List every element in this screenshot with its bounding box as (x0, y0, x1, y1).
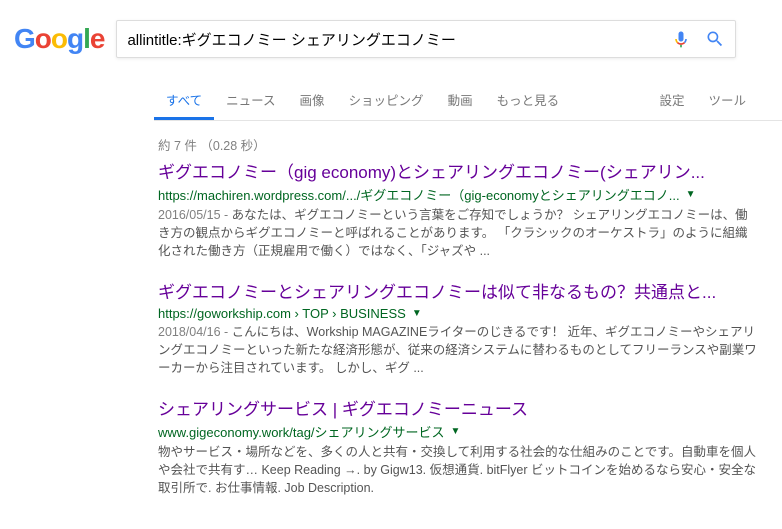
mic-icon[interactable] (671, 29, 691, 49)
tab-more[interactable]: もっと見る (485, 80, 572, 120)
tab-all[interactable]: すべて (154, 80, 214, 120)
result-url[interactable]: https://machiren.wordpress.com/.../ギグエコノ… (158, 185, 758, 204)
result-item: シェアリングサービス | ギグエコノミーニュース www.gigeconomy.… (158, 399, 758, 497)
tab-settings[interactable]: 設定 (647, 80, 696, 120)
dropdown-icon[interactable]: ▼ (451, 426, 461, 437)
result-title[interactable]: ギグエコノミーとシェアリングエコノミーは似て非なるもの？共通点と... (158, 282, 758, 304)
result-title[interactable]: ギグエコノミー（gig economy)とシェアリングエコノミー(シェアリン..… (158, 162, 758, 184)
tabs-bar: すべて ニュース 画像 ショッピング 動画 もっと見る 設定 ツール (154, 80, 782, 121)
dropdown-icon[interactable]: ▼ (686, 189, 696, 200)
result-title[interactable]: シェアリングサービス | ギグエコノミーニュース (158, 399, 758, 421)
tab-news[interactable]: ニュース (214, 80, 287, 120)
result-snippet: 物やサービス・場所などを、多くの人と共有・交換して利用する社会的な仕組みのことで… (158, 443, 758, 497)
result-item: ギグエコノミーとシェアリングエコノミーは似て非なるもの？共通点と... http… (158, 282, 758, 376)
search-icon[interactable] (705, 29, 725, 49)
dropdown-icon[interactable]: ▼ (412, 308, 422, 319)
result-snippet: 2016/05/15 - あなたは、ギグエコノミーという言葉をご存知でしょうか？… (158, 206, 758, 260)
tab-images[interactable]: 画像 (288, 80, 337, 120)
result-url[interactable]: https://goworkship.com › TOP › BUSINESS▼ (158, 306, 758, 321)
tab-videos[interactable]: 動画 (436, 80, 485, 120)
result-snippet: 2018/04/16 - こんにちは、Workship MAGAZINEライター… (158, 323, 758, 377)
tab-tools[interactable]: ツール (696, 80, 758, 120)
tab-shopping[interactable]: ショッピング (337, 80, 436, 120)
search-box[interactable] (116, 20, 736, 58)
search-input[interactable] (127, 31, 671, 48)
result-url[interactable]: www.gigeconomy.work/tag/シェアリングサービス▼ (158, 422, 758, 441)
result-stats: 約 7 件 （0.28 秒） (158, 121, 782, 162)
google-logo[interactable]: Google (14, 23, 104, 55)
result-item: ギグエコノミー（gig economy)とシェアリングエコノミー(シェアリン..… (158, 162, 758, 260)
search-results: ギグエコノミー（gig economy)とシェアリングエコノミー(シェアリン..… (158, 162, 758, 497)
